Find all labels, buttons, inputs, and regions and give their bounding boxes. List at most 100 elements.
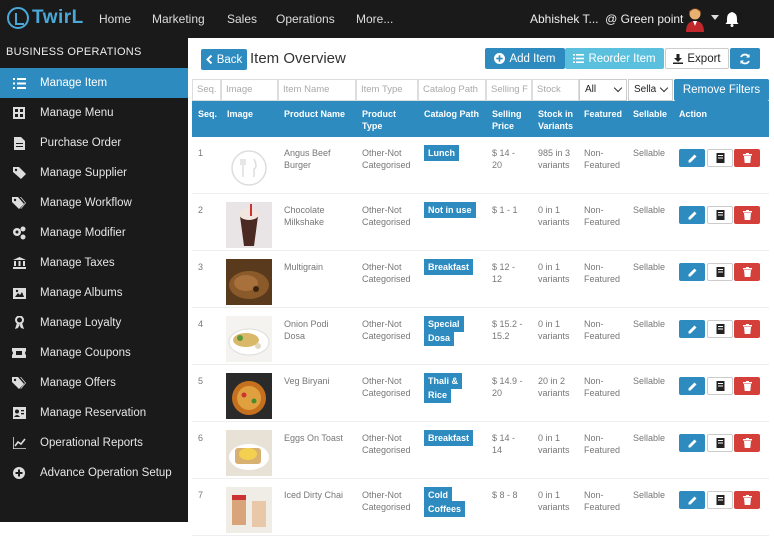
filter-item-type-input[interactable]: Item Type bbox=[356, 79, 418, 101]
nav-marketing[interactable]: Marketing bbox=[152, 12, 205, 26]
product-name-line1: Iced Dirty Chai bbox=[284, 490, 344, 500]
product-name-line2: Milkshake bbox=[284, 217, 325, 227]
filter-seq-input[interactable]: Seq. bbox=[192, 79, 221, 101]
cell-product-name[interactable]: Eggs On Toast bbox=[284, 432, 343, 444]
catalog-tag[interactable]: Lunch bbox=[424, 145, 459, 161]
filter-image-input[interactable]: Image bbox=[221, 79, 278, 101]
filter-sellable-select[interactable]: Sella bbox=[628, 79, 673, 101]
sidebar-item-advance-operation-setup[interactable]: Advance Operation Setup bbox=[0, 458, 188, 488]
user-menu-chevron-icon[interactable] bbox=[711, 15, 719, 20]
nav-sales[interactable]: Sales bbox=[227, 12, 257, 26]
stock-line2: variants bbox=[538, 217, 570, 227]
sidebar-item-manage-taxes[interactable]: Manage Taxes bbox=[0, 248, 188, 278]
nav-operations[interactable]: Operations bbox=[276, 12, 335, 26]
edit-button[interactable] bbox=[679, 491, 705, 509]
product-type-line2: Categorised bbox=[362, 331, 411, 341]
delete-button[interactable] bbox=[734, 320, 760, 338]
header-product-type[interactable]: Product Type bbox=[362, 108, 396, 132]
stock-line2: variants bbox=[538, 160, 570, 170]
download-icon bbox=[673, 53, 684, 64]
sidebar-item-purchase-order[interactable]: Purchase Order bbox=[0, 128, 188, 158]
catalog-tag[interactable]: Breakfast bbox=[424, 430, 474, 446]
view-details-button[interactable] bbox=[707, 263, 733, 281]
cell-product-name[interactable]: Veg Biryani bbox=[284, 375, 330, 387]
refresh-button[interactable] bbox=[730, 48, 760, 69]
sidebar-item-manage-albums[interactable]: Manage Albums bbox=[0, 278, 188, 308]
sidebar-item-manage-offers[interactable]: Manage Offers bbox=[0, 368, 188, 398]
edit-button[interactable] bbox=[679, 263, 705, 281]
filter-selling-price-input[interactable]: Selling F bbox=[486, 79, 532, 101]
view-details-button[interactable] bbox=[707, 491, 733, 509]
cell-product-name[interactable]: Multigrain bbox=[284, 261, 323, 273]
edit-button[interactable] bbox=[679, 377, 705, 395]
header-catalog-path[interactable]: Catalog Path bbox=[424, 108, 479, 120]
cell-sellable: Sellable bbox=[633, 490, 666, 500]
add-item-button[interactable]: Add Item bbox=[485, 48, 565, 69]
trash-icon bbox=[742, 438, 752, 448]
filter-featured-select[interactable]: All bbox=[579, 79, 627, 101]
sidebar-item-manage-supplier[interactable]: Manage Supplier bbox=[0, 158, 188, 188]
cell-product-name[interactable]: Angus Beef Burger bbox=[284, 147, 331, 171]
view-details-button[interactable] bbox=[707, 320, 733, 338]
remove-filters-button[interactable]: Remove Filters bbox=[674, 79, 769, 101]
filter-featured-value: All bbox=[585, 84, 597, 95]
header-sellable[interactable]: Sellable bbox=[633, 108, 667, 120]
table-header: Seq. Image Product Name Product Type Cata… bbox=[192, 101, 769, 137]
header-seq[interactable]: Seq. bbox=[198, 108, 217, 120]
sidebar-item-manage-loyalty[interactable]: Manage Loyalty bbox=[0, 308, 188, 338]
sidebar-item-manage-coupons[interactable]: Manage Coupons bbox=[0, 338, 188, 368]
sidebar-item-label: Manage Taxes bbox=[40, 257, 115, 269]
catalog-tag[interactable]: Breakfast bbox=[424, 259, 474, 275]
view-details-button[interactable] bbox=[707, 206, 733, 224]
catalog-tag-line2[interactable]: Dosa bbox=[424, 330, 455, 346]
view-details-button[interactable] bbox=[707, 434, 733, 452]
edit-button[interactable] bbox=[679, 434, 705, 452]
cell-product-name[interactable]: Chocolate Milkshake bbox=[284, 204, 325, 228]
sidebar-item-label: Manage Coupons bbox=[40, 347, 131, 359]
user-avatar-icon[interactable] bbox=[684, 6, 706, 32]
header-product-name[interactable]: Product Name bbox=[284, 108, 345, 120]
sidebar-item-manage-item[interactable]: Manage Item bbox=[0, 68, 188, 98]
filter-item-name-input[interactable]: Item Name bbox=[278, 79, 356, 101]
sidebar-item-label: Manage Offers bbox=[40, 377, 116, 389]
export-button[interactable]: Export bbox=[665, 48, 729, 69]
sidebar-item-manage-modifier[interactable]: Manage Modifier bbox=[0, 218, 188, 248]
reorder-item-button[interactable]: Reorder Item bbox=[565, 48, 664, 69]
sidebar-item-manage-menu[interactable]: Manage Menu bbox=[0, 98, 188, 128]
catalog-tag[interactable]: Not in use bbox=[424, 202, 476, 218]
featured-line2: Featured bbox=[584, 388, 621, 398]
catalog-tag-line2[interactable]: Rice bbox=[424, 387, 452, 403]
sidebar-item-operational-reports[interactable]: Operational Reports bbox=[0, 428, 188, 458]
edit-button[interactable] bbox=[679, 149, 705, 167]
header-selling-price[interactable]: Selling Price bbox=[492, 108, 522, 132]
twirl-logo[interactable]: TwirL bbox=[7, 7, 84, 29]
price-line2: 20 bbox=[492, 388, 503, 398]
product-image bbox=[226, 487, 272, 533]
delete-button[interactable] bbox=[734, 149, 760, 167]
delete-button[interactable] bbox=[734, 263, 760, 281]
back-button[interactable]: Back bbox=[201, 49, 247, 70]
sidebar-item-manage-workflow[interactable]: Manage Workflow bbox=[0, 188, 188, 218]
user-location[interactable]: Abhishek T... @ Green point bbox=[530, 12, 683, 26]
delete-button[interactable] bbox=[734, 491, 760, 509]
notification-bell-icon[interactable] bbox=[725, 11, 739, 27]
sidebar-item-manage-reservation[interactable]: Manage Reservation bbox=[0, 398, 188, 428]
view-details-button[interactable] bbox=[707, 377, 733, 395]
nav-more[interactable]: More... bbox=[356, 12, 393, 26]
catalog-tag-line2[interactable]: Coffees bbox=[424, 501, 466, 517]
filter-catalog-path-input[interactable]: Catalog Path bbox=[418, 79, 486, 101]
header-featured[interactable]: Featured bbox=[584, 108, 622, 120]
cell-product-name[interactable]: Iced Dirty Chai bbox=[284, 489, 343, 501]
delete-button[interactable] bbox=[734, 434, 760, 452]
view-details-button[interactable] bbox=[707, 149, 733, 167]
product-name-line1: Eggs On Toast bbox=[284, 433, 343, 443]
delete-button[interactable] bbox=[734, 377, 760, 395]
nav-home[interactable]: Home bbox=[99, 12, 131, 26]
cell-product-name[interactable]: Onion Podi Dosa bbox=[284, 318, 329, 342]
filter-stock-input[interactable]: Stock bbox=[532, 79, 579, 101]
header-stock[interactable]: Stock in Variants bbox=[538, 108, 573, 132]
edit-button[interactable] bbox=[679, 320, 705, 338]
delete-button[interactable] bbox=[734, 206, 760, 224]
cell-selling-price: $ 14 - 14 bbox=[492, 432, 515, 456]
edit-button[interactable] bbox=[679, 206, 705, 224]
